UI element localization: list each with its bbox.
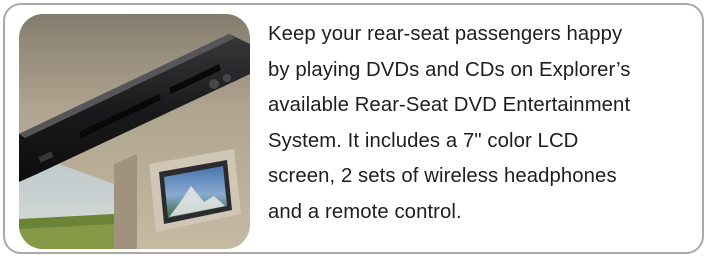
description-line: System. It includes a 7" color LCD [268, 129, 579, 152]
dvd-console-photo [19, 14, 250, 249]
description-line: by playing DVDs and CDs on Explorer’s [268, 58, 631, 81]
description-line: screen, 2 sets of wireless headphones [268, 165, 617, 187]
description-line: available Rear-Seat DVD Entertainment [268, 94, 631, 116]
description-line: and a remote control. [268, 200, 462, 223]
description-line: Keep your rear-seat passengers happy [268, 23, 623, 45]
description-text: Keep your rear-seat passengers happy by … [268, 17, 708, 230]
feature-card: Keep your rear-seat passengers happy by … [3, 3, 704, 254]
